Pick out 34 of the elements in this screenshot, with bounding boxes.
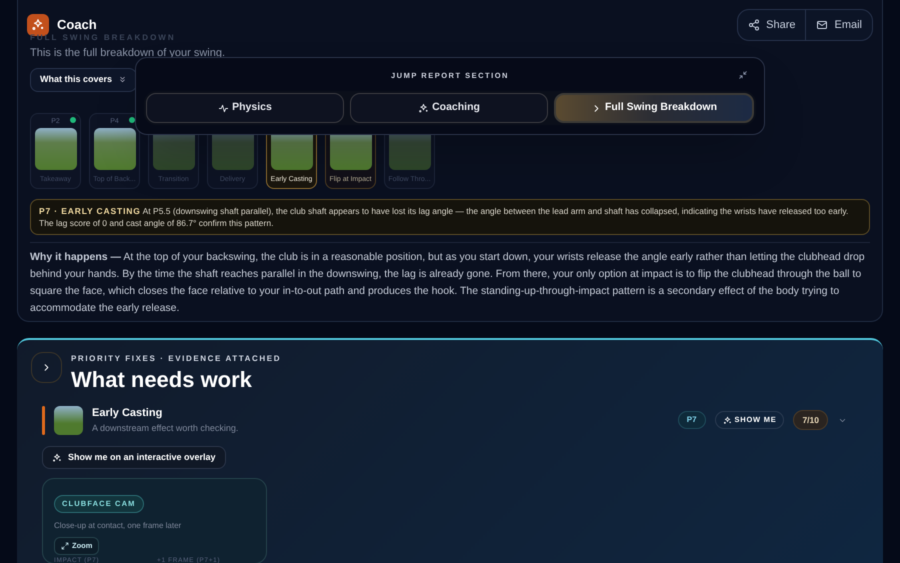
sparkle-icon (722, 416, 732, 424)
score-badge: 7/10 (793, 410, 828, 430)
photo-placeholder (34, 128, 76, 170)
section-subtitle: This is the full breakdown of your swing. (30, 46, 226, 61)
fix-subtitle: A downstream effect worth checking. (92, 422, 240, 435)
section-heading: What needs work (71, 367, 253, 393)
email-button[interactable]: Email (805, 10, 872, 40)
position-badge: P7 (678, 411, 706, 429)
section-tab[interactable]: Coaching (350, 93, 548, 123)
callout-text: P7 · EARLY CASTING At P5.5 (downswing shaft parallel), the club shaft appears to have lost its lag angle — the angle between the lead arm and shaft has collapsed, indicating the wrists have released too early. The lag score of 0 and cast angle of 86.7° confirm this pattern. (30, 198, 870, 234)
section-label: FULL SWING BREAKDOWN (30, 32, 177, 44)
overlay-button[interactable]: Show me on an interactive overlay (42, 446, 226, 469)
eyebrow-label: PRIORITY FIXES · EVIDENCE ATTACHED (71, 353, 282, 365)
share-button[interactable]: Share (738, 10, 806, 40)
evidence-caption: Close-up at contact, one frame later (54, 520, 182, 532)
photo-placeholder (94, 128, 136, 170)
pulse-icon (218, 102, 230, 114)
photo-placeholder (54, 406, 83, 434)
expand-icon (61, 542, 69, 550)
app-title: Coach (57, 16, 97, 34)
section-tab[interactable]: Full Swing Breakdown (554, 93, 754, 123)
sparkle-icon (52, 452, 62, 462)
collapse-icon (738, 70, 748, 80)
fix-title: Early Casting (92, 406, 164, 421)
sparkle-icon (418, 102, 430, 114)
sparkle-icon (31, 18, 45, 32)
double-chevron-icon (118, 75, 128, 84)
share-icon (748, 19, 760, 31)
section-tab[interactable]: Physics (146, 93, 344, 123)
mail-icon (816, 19, 828, 31)
severity-bar (42, 406, 45, 434)
covers-button[interactable]: What this covers (30, 68, 138, 92)
why-paragraph: Why it happens — At the top of your backswing, the club is in a reasonable position, but as you start down, your wrists release the angle early rather than letting the clubhead drop behind your hands. By the time the shaft reaches parallel in the downswing, the lag is already gone. From there, your only option at impact is to flip the clubhead through the ball to square the face, which closes the face relative to your in-to-out path and produces the hook. The standing-up-through-impact pattern is a secondary effect of the body trying to accommodate the early release. (30, 250, 866, 316)
expand-button[interactable] (31, 352, 62, 383)
